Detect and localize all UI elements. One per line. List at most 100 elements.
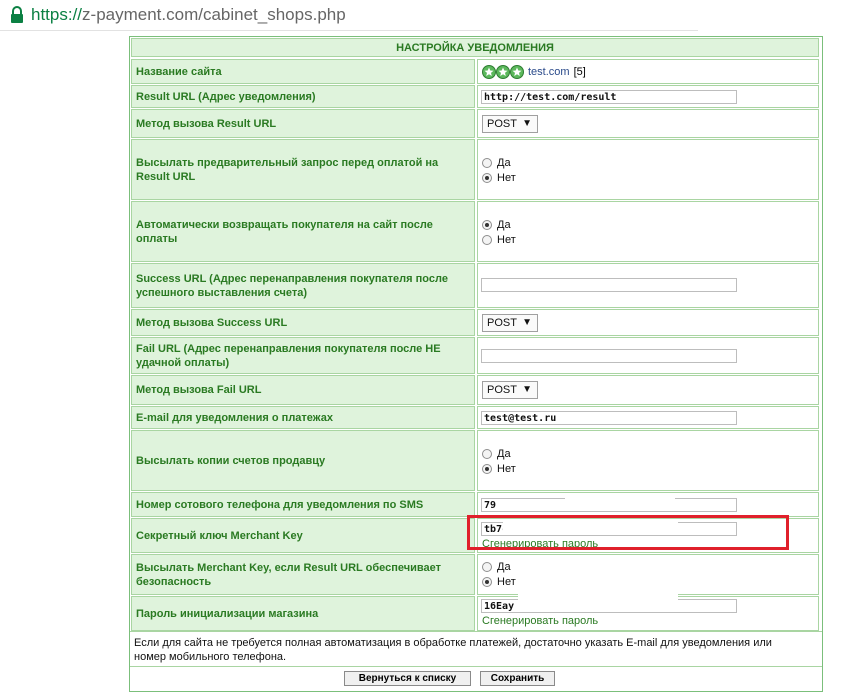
fail-url-label: Fail URL (Адрес перенаправления покупате… xyxy=(131,337,475,374)
copies-no-label: Нет xyxy=(497,463,516,475)
back-to-list-button[interactable]: Вернуться к списку xyxy=(344,671,471,686)
success-method-row: Метод вызова Success URL POST ▼ xyxy=(130,308,822,336)
prerequest-no-radio[interactable] xyxy=(482,173,492,183)
autoreturn-row: Автоматически возвращать покупателя на с… xyxy=(130,200,822,262)
fail-method-cell: POST ▼ xyxy=(477,375,819,405)
email-cell: test@test.ru xyxy=(477,406,819,429)
save-button[interactable]: Сохранить xyxy=(480,671,555,686)
autoreturn-no-option[interactable]: Нет xyxy=(482,234,516,246)
copies-row: Высылать копии счетов продавцу Да Нет xyxy=(130,429,822,491)
site-rating: [5] xyxy=(573,65,586,78)
fail-url-row: Fail URL (Адрес перенаправления покупате… xyxy=(130,336,822,374)
success-method-value: POST xyxy=(487,317,517,329)
result-url-input[interactable]: http://test.com/result xyxy=(481,90,737,104)
prerequest-yes-option[interactable]: Да xyxy=(482,157,511,169)
copies-no-option[interactable]: Нет xyxy=(482,463,516,475)
result-method-cell: POST ▼ xyxy=(477,109,819,138)
send-key-row: Высылать Merchant Key, если Result URL о… xyxy=(130,553,822,595)
prerequest-no-option[interactable]: Нет xyxy=(482,172,516,184)
rating-stars xyxy=(482,64,524,79)
result-method-row: Метод вызова Result URL POST ▼ xyxy=(130,108,822,138)
success-method-label: Метод вызова Success URL xyxy=(131,309,475,336)
autoreturn-yes-radio[interactable] xyxy=(482,220,492,230)
prerequest-yes-label: Да xyxy=(497,157,511,169)
init-password-generate-link[interactable]: Сгенерировать пароль xyxy=(482,615,598,627)
send-key-no-option[interactable]: Нет xyxy=(482,576,516,588)
send-key-yes-label: Да xyxy=(497,561,511,573)
email-label: E-mail для уведомления о платежах xyxy=(131,406,475,429)
result-url-label: Result URL (Адрес уведомления) xyxy=(131,85,475,108)
form-header-row: НАСТРОЙКА УВЕДОМЛЕНИЯ xyxy=(130,37,822,57)
note-row: Если для сайта не требуется полная автом… xyxy=(130,631,822,666)
fail-url-input[interactable] xyxy=(481,349,737,363)
success-method-select[interactable]: POST ▼ xyxy=(482,314,538,332)
site-name-cell: test.com [5] xyxy=(477,59,819,84)
phone-input[interactable]: 79 xyxy=(481,498,737,512)
prerequest-row: Высылать предварительный запрос перед оп… xyxy=(130,138,822,200)
fail-method-select[interactable]: POST ▼ xyxy=(482,381,538,399)
merchant-key-label: Секретный ключ Merchant Key xyxy=(131,518,475,553)
site-name-value: test.com xyxy=(528,65,570,78)
redaction-mask xyxy=(565,494,675,500)
success-url-input[interactable] xyxy=(481,278,737,292)
info-note: Если для сайта не требуется полная автом… xyxy=(134,637,772,663)
phone-row: Номер сотового телефона для уведомления … xyxy=(130,491,822,517)
autoreturn-yes-option[interactable]: Да xyxy=(482,219,511,231)
star-icon xyxy=(496,64,510,79)
result-method-value: POST xyxy=(487,118,517,130)
fail-method-row: Метод вызова Fail URL POST ▼ xyxy=(130,374,822,405)
copies-label: Высылать копии счетов продавцу xyxy=(131,430,475,491)
dropdown-arrow-icon: ▼ xyxy=(522,118,532,129)
prerequest-no-label: Нет xyxy=(497,172,516,184)
copies-yes-label: Да xyxy=(497,448,511,460)
browser-address-bar[interactable]: https://z-payment.com/cabinet_shops.php xyxy=(0,0,698,31)
url-scheme: https:// xyxy=(31,5,83,24)
result-url-cell: http://test.com/result xyxy=(477,85,819,108)
success-url-cell xyxy=(477,263,819,308)
prerequest-label: Высылать предварительный запрос перед оп… xyxy=(131,139,475,200)
star-icon xyxy=(510,64,524,79)
autoreturn-yes-label: Да xyxy=(497,219,511,231)
email-input[interactable]: test@test.ru xyxy=(481,411,737,425)
redaction-mask xyxy=(518,596,678,610)
site-name-label: Название сайта xyxy=(131,59,475,84)
autoreturn-label: Автоматически возвращать покупателя на с… xyxy=(131,201,475,262)
url-path: z-payment.com/cabinet_shops.php xyxy=(82,5,346,24)
fail-method-value: POST xyxy=(487,384,517,396)
autoreturn-no-radio[interactable] xyxy=(482,235,492,245)
email-row: E-mail для уведомления о платежах test@t… xyxy=(130,405,822,429)
send-key-yes-radio[interactable] xyxy=(482,562,492,572)
success-url-label: Success URL (Адрес перенаправления покуп… xyxy=(131,263,475,308)
success-method-cell: POST ▼ xyxy=(477,309,819,336)
highlight-box xyxy=(467,515,789,550)
address-url[interactable]: https://z-payment.com/cabinet_shops.php xyxy=(31,5,346,25)
result-method-label: Метод вызова Result URL xyxy=(131,109,475,138)
send-key-label: Высылать Merchant Key, если Result URL о… xyxy=(131,554,475,595)
buttons-row: Вернуться к списку Сохранить xyxy=(130,666,822,691)
dropdown-arrow-icon: ▼ xyxy=(522,384,532,395)
fail-method-label: Метод вызова Fail URL xyxy=(131,375,475,405)
copies-yes-radio[interactable] xyxy=(482,449,492,459)
send-key-no-label: Нет xyxy=(497,576,516,588)
form-title: НАСТРОЙКА УВЕДОМЛЕНИЯ xyxy=(131,38,819,57)
phone-label: Номер сотового телефона для уведомления … xyxy=(131,492,475,517)
send-key-yes-option[interactable]: Да xyxy=(482,561,511,573)
fail-url-cell xyxy=(477,337,819,374)
redaction-mask xyxy=(518,558,678,596)
autoreturn-no-label: Нет xyxy=(497,234,516,246)
init-password-row: Пароль инициализации магазина 16Eay Сген… xyxy=(130,595,822,631)
star-icon xyxy=(482,64,496,79)
result-method-select[interactable]: POST ▼ xyxy=(482,115,538,133)
success-url-row: Success URL (Адрес перенаправления покуп… xyxy=(130,262,822,308)
autoreturn-cell: Да Нет xyxy=(477,201,819,262)
send-key-no-radio[interactable] xyxy=(482,577,492,587)
prerequest-yes-radio[interactable] xyxy=(482,158,492,168)
init-password-label: Пароль инициализации магазина xyxy=(131,596,475,631)
prerequest-cell: Да Нет xyxy=(477,139,819,200)
dropdown-arrow-icon: ▼ xyxy=(522,317,532,328)
notification-settings-form: НАСТРОЙКА УВЕДОМЛЕНИЯ Название сайта tes… xyxy=(129,36,823,692)
lock-icon xyxy=(10,6,24,29)
copies-no-radio[interactable] xyxy=(482,464,492,474)
copies-yes-option[interactable]: Да xyxy=(482,448,511,460)
result-url-row: Result URL (Адрес уведомления) http://te… xyxy=(130,84,822,108)
